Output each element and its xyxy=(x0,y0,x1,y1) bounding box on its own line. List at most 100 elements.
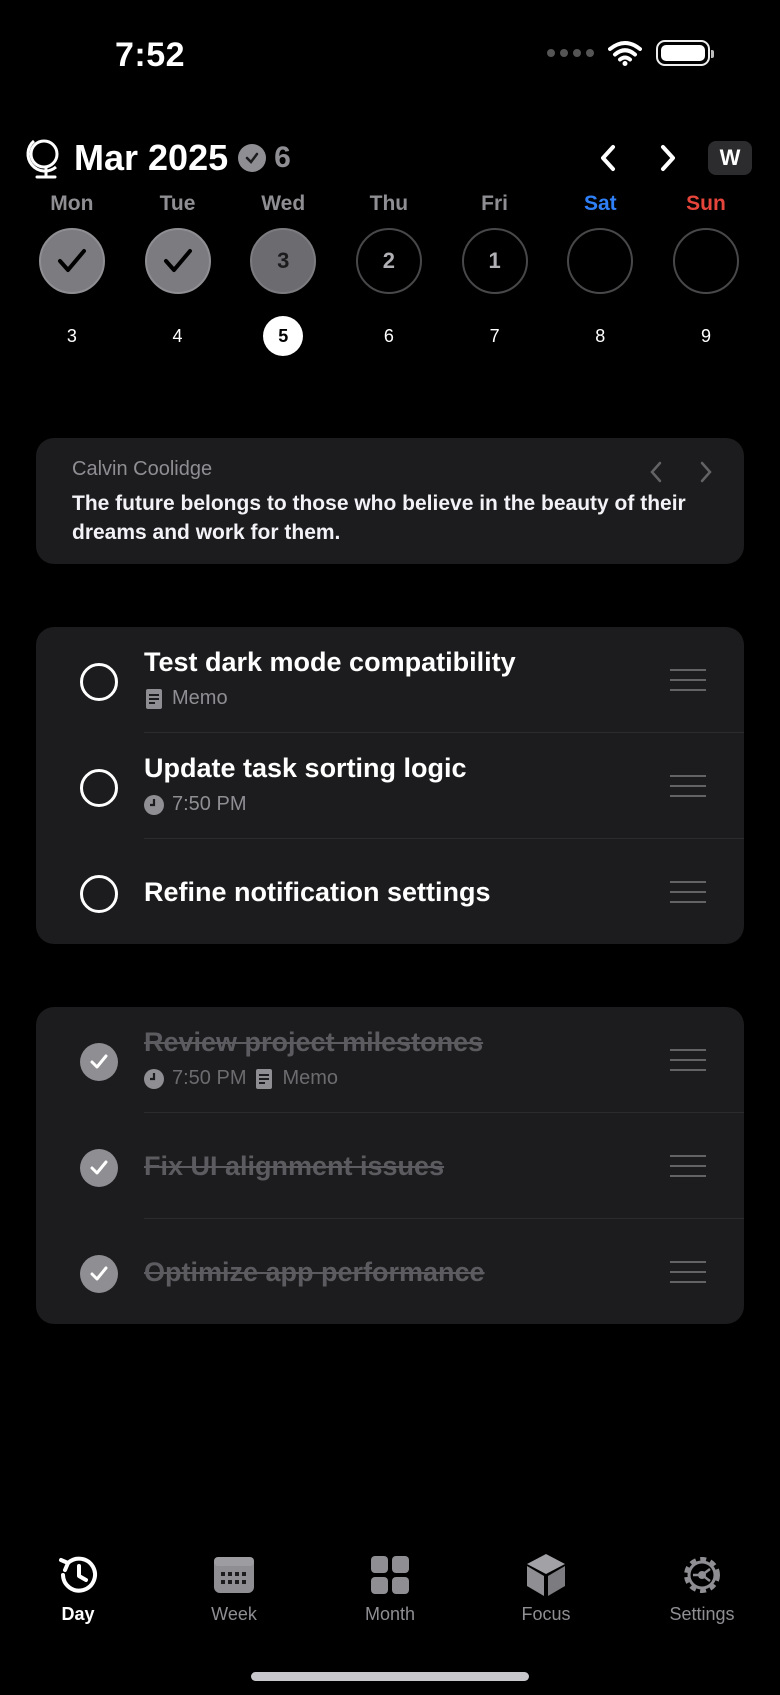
chevron-right-icon xyxy=(661,145,675,171)
day-name: Sat xyxy=(583,192,617,215)
drag-handle-icon[interactable] xyxy=(670,775,706,797)
day-sun[interactable]: Sun 9 xyxy=(653,192,759,356)
task-checkbox[interactable] xyxy=(80,663,118,701)
quote-text: The future belongs to those who believe … xyxy=(72,492,686,544)
completed-count: 6 xyxy=(274,141,291,174)
day-name: Fri xyxy=(481,192,509,215)
task-checkbox-checked[interactable] xyxy=(80,1255,118,1293)
day-progress-ring[interactable] xyxy=(144,228,211,294)
task-checkbox[interactable] xyxy=(80,875,118,913)
open-tasks-card: Test dark mode compatibility Memo Update… xyxy=(36,627,744,944)
tab-bar: Day Week Month Focus Settings xyxy=(0,1552,780,1632)
battery-icon xyxy=(656,40,714,66)
cube-icon xyxy=(527,1554,565,1596)
task-meta: 7:50 PM Memo xyxy=(144,1067,338,1090)
task-row-completed[interactable]: Optimize app performance xyxy=(36,1219,744,1324)
task-title: Optimize app performance xyxy=(144,1257,485,1287)
tab-label: Settings xyxy=(669,1604,735,1624)
memo-icon xyxy=(256,1068,273,1089)
day-date-today: 5 xyxy=(263,316,304,356)
home-indicator[interactable] xyxy=(251,1672,529,1681)
task-checkbox[interactable] xyxy=(80,769,118,807)
day-name: Sun xyxy=(686,192,726,215)
next-week-button[interactable] xyxy=(648,138,688,178)
tab-settings[interactable]: Settings xyxy=(624,1552,780,1632)
day-progress-ring[interactable]: 1 xyxy=(461,228,528,294)
day-progress-ring[interactable] xyxy=(38,228,105,294)
tab-week[interactable]: Week xyxy=(156,1552,312,1632)
task-row[interactable]: Update task sorting logic 7:50 PM xyxy=(36,733,744,839)
checkmark-icon xyxy=(163,249,192,272)
clock-icon xyxy=(144,1068,164,1089)
globe-icon[interactable] xyxy=(24,136,64,180)
tab-label: Month xyxy=(364,1604,416,1624)
drag-handle-icon[interactable] xyxy=(670,1155,706,1177)
tab-focus[interactable]: Focus xyxy=(468,1552,624,1632)
day-thu[interactable]: Thu 2 6 xyxy=(336,192,442,356)
previous-week-button[interactable] xyxy=(588,138,628,178)
task-title: Review project milestones xyxy=(144,1027,484,1057)
tab-label: Week xyxy=(211,1604,257,1624)
day-name: Tue xyxy=(159,192,196,215)
day-sat[interactable]: Sat 8 xyxy=(547,192,653,356)
task-checkbox-checked[interactable] xyxy=(80,1043,118,1081)
drag-handle-icon[interactable] xyxy=(670,669,706,691)
day-wed[interactable]: Wed 3 5 xyxy=(230,192,336,356)
task-title: Fix UI alignment issues xyxy=(144,1151,445,1181)
status-icons xyxy=(547,40,714,66)
drag-handle-icon[interactable] xyxy=(670,1261,706,1283)
quote-author: Calvin Coolidge xyxy=(72,458,213,480)
day-date: 8 xyxy=(595,325,606,346)
grid-icon xyxy=(371,1556,409,1594)
checkmark-icon xyxy=(90,1054,108,1069)
task-time: 7:50 PM xyxy=(172,793,247,815)
day-mon[interactable]: Mon 3 xyxy=(19,192,125,356)
drag-handle-icon[interactable] xyxy=(670,881,706,903)
chevron-left-icon xyxy=(601,145,615,171)
drag-handle-icon[interactable] xyxy=(670,1049,706,1071)
wifi-icon xyxy=(608,41,642,66)
task-memo: Memo xyxy=(282,1067,339,1089)
day-progress-ring[interactable]: 2 xyxy=(355,228,422,294)
task-row-completed[interactable]: Fix UI alignment issues xyxy=(36,1113,744,1219)
quote-card: Calvin Coolidge The future belongs to th… xyxy=(36,438,744,564)
tab-month[interactable]: Month xyxy=(312,1552,468,1632)
week-view-toggle[interactable]: W xyxy=(708,141,752,175)
status-time: 7:52 xyxy=(115,36,186,74)
clock-history-icon xyxy=(59,1556,97,1593)
task-meta: Memo xyxy=(144,687,228,710)
task-row[interactable]: Test dark mode compatibility Memo xyxy=(36,627,744,733)
clock-icon xyxy=(144,794,164,815)
day-date: 3 xyxy=(66,325,77,346)
month-title[interactable]: Mar 2025 xyxy=(74,137,228,179)
memo-icon xyxy=(146,688,162,709)
completed-check-icon xyxy=(238,144,267,172)
day-fri[interactable]: Fri 1 7 xyxy=(442,192,548,356)
calendar-header: Mar 2025 6 W xyxy=(24,134,752,182)
day-progress-ring[interactable] xyxy=(567,228,634,294)
day-tue[interactable]: Tue 4 xyxy=(125,192,231,356)
tab-label: Day xyxy=(61,1604,95,1624)
day-date: 7 xyxy=(489,325,500,346)
tab-label: Focus xyxy=(521,1604,571,1624)
quote-next-button[interactable] xyxy=(698,460,714,484)
task-checkbox-checked[interactable] xyxy=(80,1149,118,1187)
day-progress-ring[interactable]: 3 xyxy=(250,228,317,294)
task-row-completed[interactable]: Review project milestones 7:50 PM Memo xyxy=(36,1007,744,1113)
day-progress-ring[interactable] xyxy=(672,228,739,294)
task-memo: Memo xyxy=(172,687,228,709)
task-title: Refine notification settings xyxy=(144,877,491,907)
tab-day[interactable]: Day xyxy=(0,1552,156,1632)
checkmark-icon xyxy=(57,249,86,272)
task-meta: 7:50 PM xyxy=(144,793,246,816)
quote-nav xyxy=(648,460,714,484)
day-date: 6 xyxy=(383,325,394,346)
task-row[interactable]: Refine notification settings xyxy=(36,839,744,944)
task-time: 7:50 PM xyxy=(172,1067,247,1089)
quote-previous-button[interactable] xyxy=(648,460,664,484)
day-name: Thu xyxy=(369,192,409,215)
day-date: 4 xyxy=(172,325,183,346)
signal-icon xyxy=(547,49,594,57)
day-date: 9 xyxy=(700,325,711,346)
week-strip: Mon 3 Tue 4 Wed 3 5 Thu 2 6 Fri 1 7 Sat … xyxy=(19,192,759,356)
